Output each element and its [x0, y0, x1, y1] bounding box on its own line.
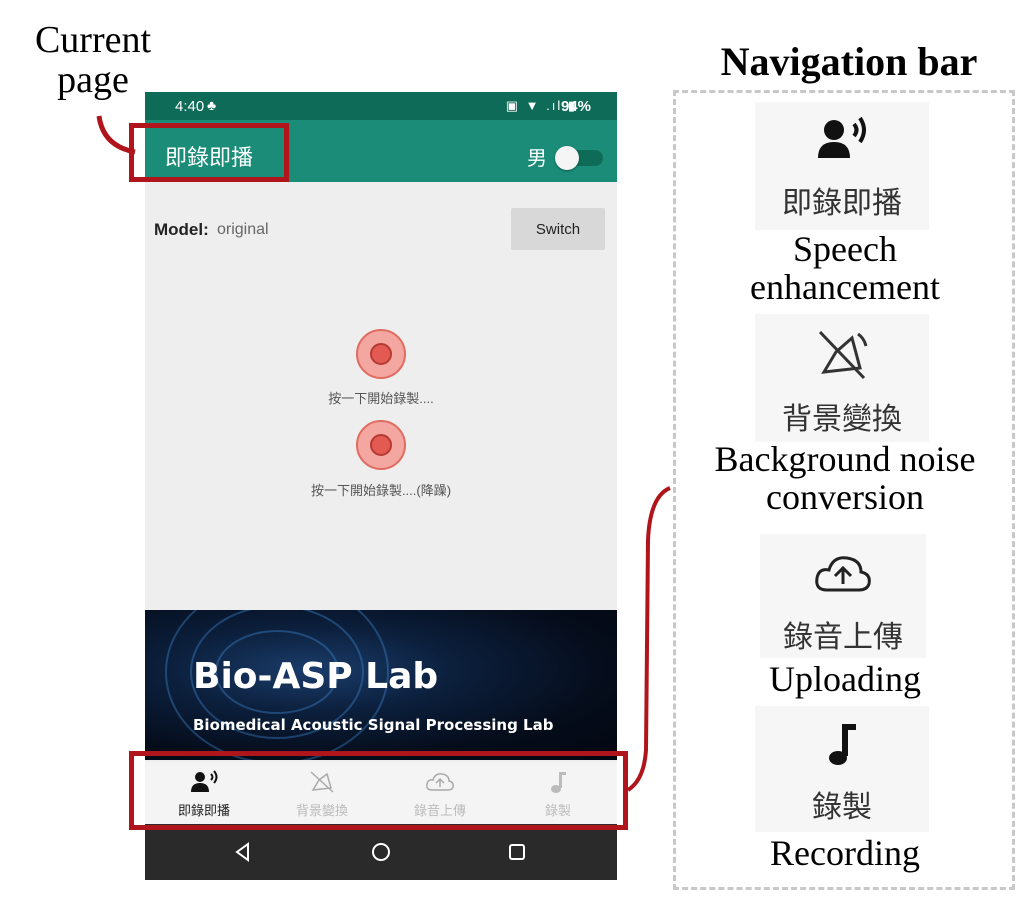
gender-label: 男 [527, 148, 547, 170]
battery-level: 94% [560, 98, 591, 115]
switch-model-button[interactable]: Switch [511, 208, 605, 250]
current-page-annotation: Current page [28, 20, 158, 100]
status-time: 4:40 [175, 98, 205, 115]
nav-bar-connector [626, 486, 671, 792]
legend-english-recording: Recording [680, 834, 1010, 872]
legend-label: 錄音上傳 [783, 621, 903, 654]
model-value: original [217, 221, 269, 238]
legend-english-line: Uploading [769, 659, 921, 699]
legend-english-speech: Speech enhancement [680, 230, 1010, 306]
legend-english-line: Background noise [714, 439, 976, 479]
legend-english-line: Recording [770, 833, 920, 873]
model-label: Model: [154, 220, 209, 239]
legend-english-line: conversion [766, 477, 924, 517]
lab-banner: Bio-ASP Lab Biomedical Acoustic Signal P… [145, 610, 617, 760]
legend-english-background: Background noise conversion [680, 440, 1010, 516]
home-icon[interactable] [369, 840, 393, 864]
current-page-annotation-line1: Current [34, 19, 152, 61]
legend-english-uploading: Uploading [680, 660, 1010, 698]
legend-background-conversion: 背景變換 [755, 314, 929, 442]
legend-uploading: 錄音上傳 [760, 534, 926, 658]
legend-english-line: enhancement [750, 267, 940, 307]
notification-icon: ♣ [207, 97, 217, 113]
bottom-nav-highlight [129, 751, 628, 830]
record-denoise-button[interactable] [356, 420, 406, 470]
banner-subtitle: Biomedical Acoustic Signal Processing La… [193, 716, 554, 734]
gender-toggle-knob[interactable] [555, 146, 579, 170]
status-bar: 4:40 ♣ ▣ ▼ .ıl ▮ 94% [145, 92, 617, 120]
legend-speech-enhancement: 即錄即播 [755, 102, 929, 230]
recents-icon[interactable] [505, 840, 529, 864]
music-note-icon [829, 724, 856, 765]
current-page-annotation-line2: page [57, 59, 129, 101]
legend-english-line: Speech [793, 229, 897, 269]
record-icon [370, 434, 392, 456]
cloud-upload-icon [815, 556, 871, 592]
legend-recording: 錄製 [755, 706, 929, 832]
current-page-highlight [129, 123, 289, 182]
legend-label: 錄製 [812, 791, 872, 824]
legend-label: 即錄即播 [782, 187, 902, 220]
speaking-person-icon [818, 116, 866, 158]
banner-title: Bio-ASP Lab [193, 656, 439, 697]
legend-label: 背景變換 [782, 403, 902, 436]
system-navigation-bar [145, 824, 617, 880]
back-icon[interactable] [231, 840, 255, 864]
record-label: 按一下開始錄製.... [328, 391, 434, 406]
record-icon [370, 343, 392, 365]
record-button[interactable] [356, 329, 406, 379]
speaker-off-icon [818, 330, 868, 380]
navigation-bar-title: Navigation bar [720, 39, 978, 84]
record-denoise-label: 按一下開始錄製....(降躁) [310, 483, 452, 498]
